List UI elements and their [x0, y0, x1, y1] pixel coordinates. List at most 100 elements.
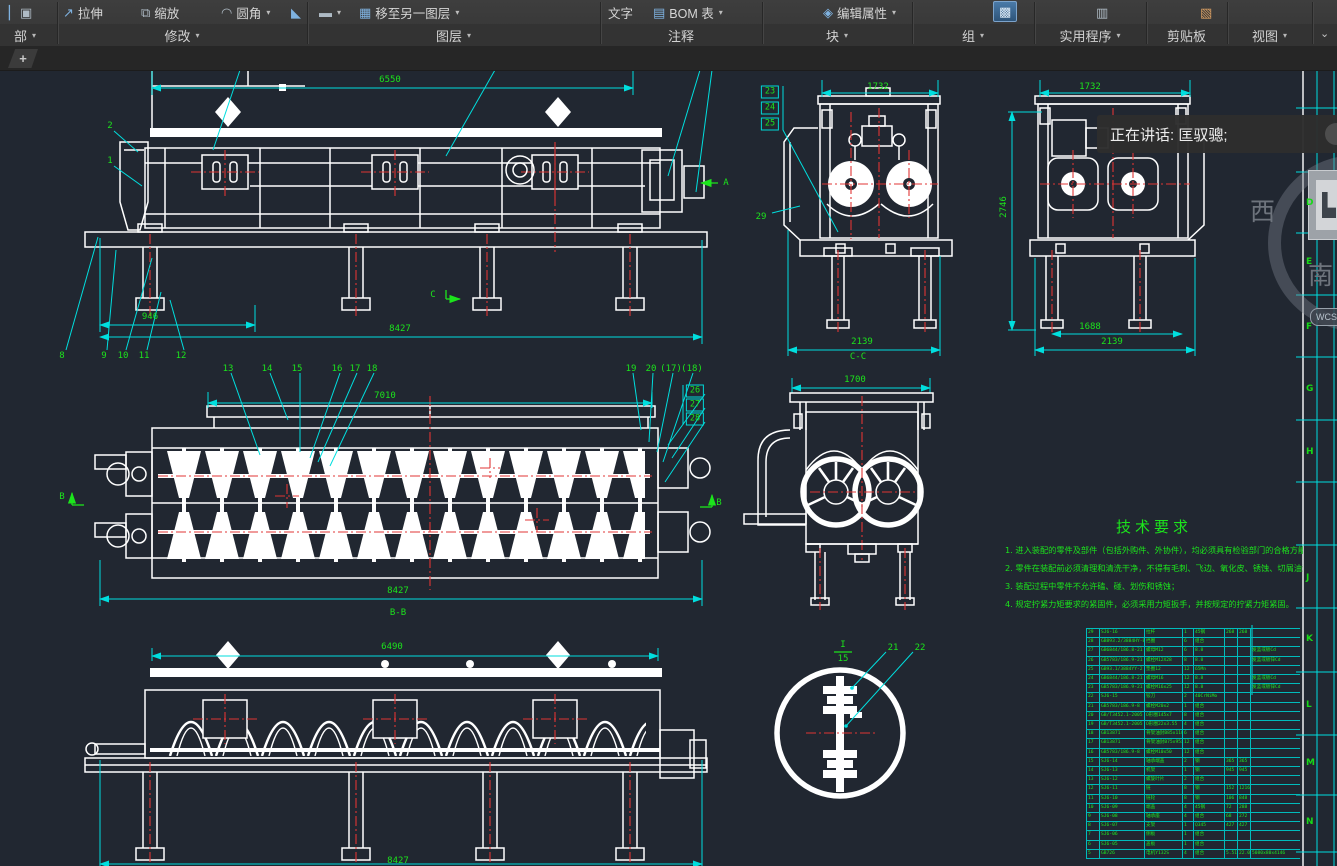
callout-box-label[interactable]: 27	[686, 399, 704, 412]
tool-utilities-grid[interactable]: ▥	[1096, 0, 1108, 24]
section-label[interactable]: B-B	[390, 608, 406, 618]
bom-row[interactable]: 13SJ6-12螺旋叶片2组合	[1087, 776, 1301, 785]
view-section-cc[interactable]	[772, 80, 952, 356]
dimension-label[interactable]: 2139	[1101, 337, 1123, 347]
callout-label[interactable]: 15	[292, 364, 303, 374]
callout-box-label[interactable]: 26	[686, 385, 704, 398]
dimension-label[interactable]: 1700	[844, 375, 866, 385]
section-label[interactable]: C	[430, 290, 435, 300]
callout-box-label[interactable]: 24	[761, 102, 779, 115]
tool-bom-table[interactable]: ▤BOM 表▾	[653, 0, 723, 24]
chevron-down-icon[interactable]: ▾	[719, 8, 723, 17]
section-label[interactable]: I	[840, 640, 845, 650]
chevron-down-icon[interactable]: ▾	[266, 8, 270, 17]
chevron-down-icon[interactable]: ▾	[455, 8, 459, 17]
panel-annotate[interactable]: 注释	[600, 24, 762, 46]
bom-row[interactable]: 23GB5783/186.9-21螺栓M16x25128.8发蓝或镀锌Cd	[1087, 684, 1301, 693]
chevron-down-icon[interactable]: ▾	[1117, 31, 1121, 40]
chevron-down-icon[interactable]: ▾	[337, 8, 341, 17]
bom-row[interactable]: 24GB6844/186.8-21螺母M16128.8发蓝或镀Cd	[1087, 675, 1301, 684]
panel-layers[interactable]: 图层▾	[307, 24, 600, 46]
tool-move-to-layer[interactable]: ▦移至另一图层▾	[359, 0, 459, 24]
callout-box-label[interactable]: 28	[686, 413, 704, 426]
chevron-down-icon[interactable]: ▾	[467, 31, 471, 40]
bom-row[interactable]: 15SJ6-14轴承端盖2钢365365	[1087, 757, 1301, 766]
dimension-label[interactable]: 1732	[867, 82, 889, 92]
chevron-down-icon[interactable]: ▾	[892, 8, 896, 17]
callout-label[interactable]: 14	[262, 364, 273, 374]
callout-label[interactable]: 17	[350, 364, 361, 374]
callout-label[interactable]: 18	[367, 364, 378, 374]
panel-view[interactable]: 视图▾	[1227, 24, 1312, 46]
dimension-label[interactable]: 8427	[389, 324, 411, 334]
chevron-down-icon[interactable]: ▾	[844, 31, 848, 40]
tool-text[interactable]: 文字	[608, 0, 633, 24]
new-tab-button[interactable]: +	[8, 49, 38, 68]
bom-row[interactable]: 7SJ6-06侧板1组合	[1087, 831, 1301, 840]
dimension-label[interactable]: 946	[142, 312, 158, 322]
bom-parts-table[interactable]: 29SJ6-16拉杆145钢26826828GB893.2/3884HY-8挡圈…	[1086, 628, 1300, 866]
dimension-label[interactable]: 2746	[999, 196, 1009, 218]
bom-row[interactable]: 16GB5783/186.9-8螺栓M10x5012组合	[1087, 748, 1301, 757]
bom-row[interactable]: 5GB726电机Y132S4组合5.5122.045080x80x4146	[1087, 849, 1301, 858]
callout-box-label[interactable]: 23	[761, 86, 779, 99]
callout-label[interactable]: 22	[915, 643, 926, 653]
callout-label[interactable]: 13	[223, 364, 234, 374]
bom-row[interactable]: 11SJ6-10链轮8钢106848	[1087, 794, 1301, 803]
view-end-1700[interactable]	[744, 378, 933, 610]
tool-fillet[interactable]: ◠圆角▾	[221, 0, 270, 24]
tool-group[interactable]: ▩	[993, 1, 1017, 22]
panel-block[interactable]: 块▾	[762, 24, 912, 46]
tool-edit-attribute[interactable]: ◈编辑属性▾	[823, 0, 896, 24]
tool-stretch[interactable]: ↗拉伸	[63, 0, 103, 24]
tool-chamfer[interactable]: ◣	[291, 0, 301, 24]
callout-label[interactable]: 11	[139, 351, 150, 361]
dimension-label[interactable]: 8427	[387, 586, 409, 596]
callout-label[interactable]: 8	[59, 351, 64, 361]
bom-row[interactable]: 8SJ6-07支架1Q345427427	[1087, 822, 1301, 831]
panel-group[interactable]: 组▾	[912, 24, 1034, 46]
callout-label[interactable]: (17)	[660, 364, 682, 374]
bom-row[interactable]: 14SJ6-13机架1钢945945	[1087, 767, 1301, 776]
view-side-elevation-top[interactable]	[66, 70, 718, 350]
section-label[interactable]: C-C	[850, 352, 866, 362]
panel-clipboard[interactable]: 剪贴板	[1146, 24, 1227, 46]
callout-label[interactable]: 2	[107, 121, 112, 131]
chevron-down-icon[interactable]: ▾	[1283, 31, 1287, 40]
callout-label[interactable]: 29	[756, 212, 767, 222]
bom-row[interactable]: 27GB6844/186.8-21螺母M1268.8发蓝或镀Cd	[1087, 647, 1301, 656]
callout-label[interactable]: 20	[646, 364, 657, 374]
section-label[interactable]: B	[716, 498, 721, 508]
tool-layer-state[interactable]: ▬▾	[319, 0, 341, 24]
panel-all[interactable]: 部▾	[0, 24, 50, 46]
bom-row[interactable]: 22SJ6-15铰刀240CrNiMo	[1087, 693, 1301, 702]
callout-box-label[interactable]: 25	[761, 118, 779, 131]
callout-label[interactable]: 12	[176, 351, 187, 361]
view-side-elevation-bottom[interactable]	[85, 641, 707, 866]
bom-row[interactable]: 6SJ6-05盖板1组合	[1087, 840, 1301, 849]
technical-requirements[interactable]: 技术要求 1. 进入装配的零件及部件（包括外购件、外协件），均必须具有检验部门的…	[1005, 516, 1303, 613]
bom-row[interactable]: 25GB93.1/3884YY-2垫圈121265Mn	[1087, 665, 1301, 674]
bom-row[interactable]: 29SJ6-16拉杆145钢268268	[1087, 629, 1301, 638]
callout-label[interactable]: 1	[107, 156, 112, 166]
dimension-label[interactable]: 2139	[851, 337, 873, 347]
bom-row[interactable]: 17GB13871骨架油封B75x95x1212组合	[1087, 739, 1301, 748]
section-label[interactable]: B	[59, 492, 64, 502]
panel-modify[interactable]: 修改▾	[57, 24, 307, 46]
bom-row[interactable]: 28GB893.2/3884HY-8挡圈6组合	[1087, 638, 1301, 647]
panel-utilities[interactable]: 实用程序▾	[1034, 24, 1146, 46]
callout-label[interactable]: 9	[101, 351, 106, 361]
callout-label[interactable]: 15	[838, 654, 849, 664]
callout-label[interactable]: (18)	[681, 364, 703, 374]
dimension-label[interactable]: 7010	[374, 391, 396, 401]
dimension-label[interactable]: 6490	[381, 642, 403, 652]
bom-row[interactable]: 18GB13871骨架油封B85x110x126组合	[1087, 730, 1301, 739]
callout-label[interactable]: 19	[626, 364, 637, 374]
dimension-label[interactable]: 8427	[387, 856, 409, 866]
bom-row[interactable]: 12SJ6-11链8钢1521216	[1087, 785, 1301, 794]
dimension-label[interactable]: 1732	[1079, 82, 1101, 92]
tool-window-tool[interactable]: ▣	[20, 0, 32, 24]
ribbon-collapse-icon[interactable]: ⌄	[1320, 27, 1329, 40]
bom-row[interactable]: 21GB5783/186.9-8螺栓M20x21组合	[1087, 702, 1301, 711]
bom-row[interactable]: 9SJ6-08轴承座4组合68272	[1087, 813, 1301, 822]
